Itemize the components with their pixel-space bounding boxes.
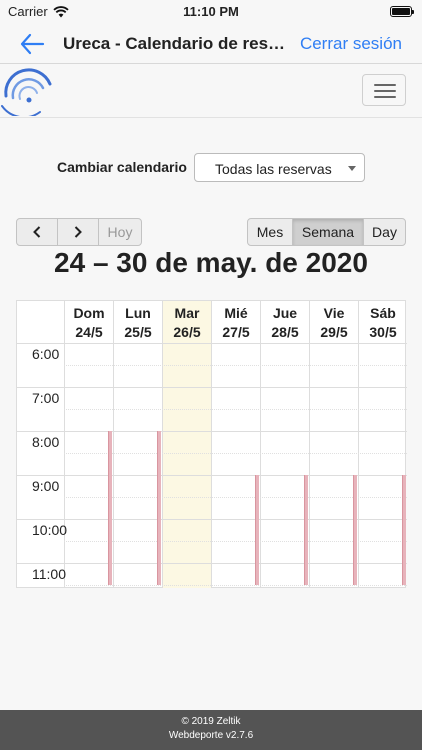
hamburger-icon — [374, 84, 396, 86]
calendar-switch-row: Cambiar calendario Todas las reservas — [0, 153, 422, 183]
week-calendar-grid: Dom 24/5 Lun 25/5 Mar 26/5 Mié 27/5 Jue 28/5 Vie 29… — [16, 300, 407, 588]
day-header: Sáb 30/5 — [358, 301, 407, 343]
navigation-bar: Ureca - Calendario de reservas Cerrar se… — [0, 24, 422, 64]
calendar-select[interactable]: Todas las reservas — [194, 153, 365, 182]
day-header: Lun 25/5 — [113, 301, 162, 343]
day-header-date: 30/5 — [369, 324, 397, 340]
date-nav-group: Hoy — [16, 218, 142, 246]
day-header-date: 25/5 — [124, 324, 152, 340]
logout-button[interactable]: Cerrar sesión — [300, 34, 402, 54]
footer-version: Webdeporte v2.7.6 — [168, 730, 254, 741]
hour-line — [17, 343, 407, 344]
hour-line — [17, 563, 407, 564]
day-header: Jue 28/5 — [260, 301, 309, 343]
hour-line — [17, 519, 407, 520]
day-header-name: Jue — [272, 305, 298, 321]
day-column[interactable] — [64, 343, 113, 588]
status-time: 11:10 PM — [183, 4, 239, 19]
day-header-name: Mar — [174, 305, 200, 321]
reservation-event[interactable] — [304, 475, 308, 585]
dropdown-caret-icon — [348, 166, 356, 171]
today-button[interactable]: Hoy — [98, 218, 142, 246]
day-header-name: Lun — [125, 305, 151, 321]
day-header-date: 26/5 — [173, 324, 201, 340]
day-column[interactable] — [113, 343, 162, 588]
reservation-event[interactable] — [157, 431, 161, 585]
reservation-event[interactable] — [353, 475, 357, 585]
day-column[interactable] — [260, 343, 309, 588]
chevron-left-icon — [33, 226, 41, 238]
menu-toggle-button[interactable] — [362, 74, 406, 106]
time-label: 8:00 — [32, 434, 60, 450]
day-header: Vie 29/5 — [309, 301, 358, 343]
day-column[interactable] — [358, 343, 407, 588]
half-hour-line — [64, 453, 407, 454]
half-hour-line — [64, 365, 407, 366]
day-header: Mié 27/5 — [211, 301, 260, 343]
day-header-name: Dom — [73, 305, 105, 321]
time-label: 11:00 — [32, 566, 66, 582]
day-header-name: Vie — [323, 305, 345, 321]
half-hour-line — [64, 585, 407, 586]
day-column[interactable] — [162, 343, 211, 588]
view-week-button[interactable]: Semana — [292, 218, 364, 246]
time-label: 7:00 — [32, 390, 60, 406]
prev-week-button[interactable] — [16, 218, 58, 246]
calendar-switch-label: Cambiar calendario — [57, 159, 187, 175]
footer-copyright: © 2019 Zeltik — [181, 716, 241, 727]
day-column[interactable] — [211, 343, 260, 588]
day-header-date: 24/5 — [75, 324, 103, 340]
app-header — [0, 64, 422, 118]
reservation-event[interactable] — [255, 475, 259, 585]
time-label: 6:00 — [32, 346, 60, 362]
status-bar: Carrier 11:10 PM — [0, 0, 422, 24]
next-week-button[interactable] — [57, 218, 99, 246]
reservation-event[interactable] — [402, 475, 406, 585]
calendar-select-value: Todas las reservas — [215, 161, 332, 177]
day-header-date: 29/5 — [320, 324, 348, 340]
hour-line — [17, 431, 407, 432]
hour-line — [17, 387, 407, 388]
view-switch-group: Mes Semana Day — [247, 218, 406, 246]
view-month-button[interactable]: Mes — [247, 218, 293, 246]
back-arrow-icon[interactable] — [18, 31, 48, 57]
day-column[interactable] — [309, 343, 358, 588]
day-header-name: Sáb — [370, 305, 396, 321]
page-title: Ureca - Calendario de reservas — [63, 34, 289, 53]
day-header: Mar 26/5 — [162, 301, 211, 343]
view-day-button[interactable]: Day — [363, 218, 406, 246]
footer: © 2019 Zeltik Webdeporte v2.7.6 — [0, 710, 422, 750]
day-header: Dom 24/5 — [64, 301, 113, 343]
time-label: 10:00 — [32, 522, 68, 538]
day-header-date: 27/5 — [222, 324, 250, 340]
half-hour-line — [64, 409, 407, 410]
day-header-date: 28/5 — [271, 324, 299, 340]
battery-icon — [390, 6, 414, 17]
logo-icon[interactable] — [0, 66, 58, 116]
calendar-range-title: 24 – 30 de may. de 2020 — [54, 247, 368, 278]
hour-line — [17, 475, 407, 476]
day-header-name: Mié — [224, 305, 248, 321]
chevron-right-icon — [74, 226, 82, 238]
reservation-event[interactable] — [108, 431, 112, 585]
time-label: 9:00 — [32, 478, 60, 494]
